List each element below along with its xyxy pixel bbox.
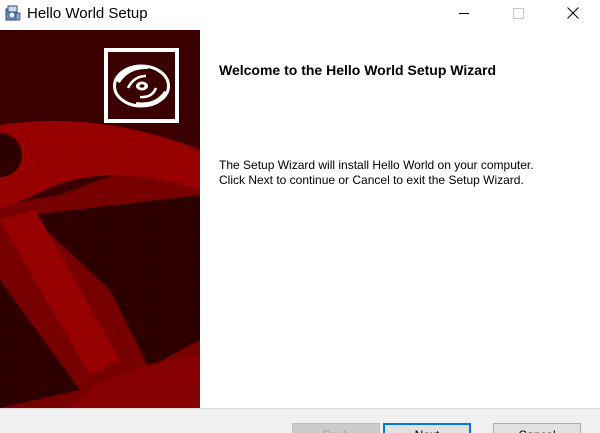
cancel-button[interactable]: Cancel [493, 423, 581, 433]
installer-icon [4, 4, 22, 22]
description-line-2: Click Next to continue or Cancel to exit… [219, 173, 524, 187]
close-icon [567, 6, 579, 24]
minimize-icon [458, 6, 470, 24]
disc-icon [108, 64, 175, 123]
minimize-button[interactable] [439, 0, 489, 30]
maximize-button[interactable] [493, 0, 543, 30]
title-bar[interactable]: Hello World Setup [0, 0, 600, 30]
button-bar: Back Next Cancel [0, 408, 600, 433]
setup-window: Hello World Setup Welcome to the Hello W… [0, 0, 600, 433]
back-button[interactable]: Back [292, 423, 380, 433]
next-button[interactable]: Next [383, 423, 471, 433]
description-line-1: The Setup Wizard will install Hello Worl… [219, 158, 534, 172]
close-button[interactable] [548, 0, 598, 30]
window-title: Hello World Setup [27, 5, 148, 22]
wizard-heading: Welcome to the Hello World Setup Wizard [219, 62, 497, 78]
wizard-description: The Setup Wizard will install Hello Worl… [219, 158, 534, 188]
disc-logo-frame [104, 48, 179, 123]
maximize-icon [512, 6, 524, 24]
